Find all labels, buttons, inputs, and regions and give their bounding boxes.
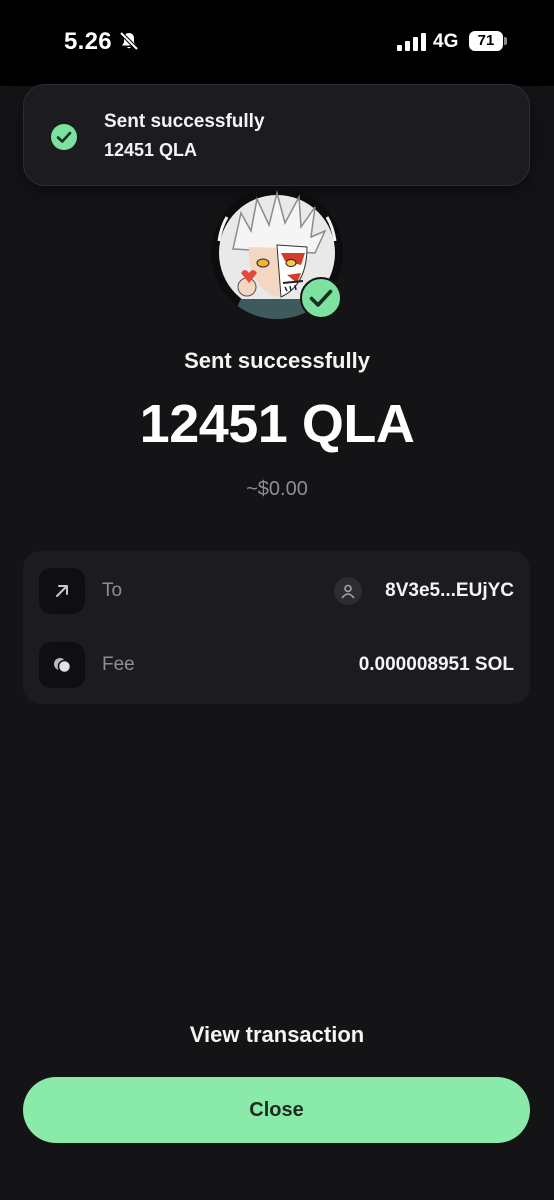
check-circle-icon: [50, 123, 78, 151]
status-headline: Sent successfully: [184, 348, 370, 373]
bell-slash-icon: [118, 30, 140, 52]
coins-icon: [39, 642, 85, 688]
recipient-address[interactable]: 8V3e5...EUjYC: [385, 580, 514, 602]
fee-label: Fee: [102, 654, 135, 675]
view-transaction-link[interactable]: View transaction: [0, 1022, 554, 1048]
arrow-up-right-icon: [39, 568, 85, 614]
user-icon: [334, 577, 362, 605]
success-toast[interactable]: Sent successfully 12451 QLA: [23, 84, 530, 186]
status-bar: 5.26 4G 71: [0, 0, 554, 86]
transaction-details-card: To 8V3e5...EUjYC Fee 0.000008951 SOL: [23, 551, 530, 704]
sent-confirmation-screen: 5.26 4G 71 Sent successfully 12451 QLA S…: [0, 0, 554, 1200]
battery-cap: [504, 37, 507, 45]
detail-row-to: To 8V3e5...EUjYC: [23, 567, 530, 615]
status-time: 5.26: [64, 28, 112, 55]
battery-level: 71: [469, 31, 503, 51]
network-type: 4G: [433, 31, 459, 52]
toast-amount: 12451 QLA: [104, 140, 198, 160]
signal-bars-icon: [397, 33, 427, 51]
success-check-icon: [300, 277, 342, 319]
sent-amount: 12451 QLA: [139, 394, 415, 454]
fee-value: 0.000008951 SOL: [358, 654, 514, 675]
to-label: To: [102, 580, 123, 601]
battery-icon: 71: [469, 31, 507, 51]
toast-title: Sent successfully: [104, 111, 265, 132]
close-button[interactable]: Close: [23, 1077, 530, 1143]
detail-row-fee: Fee 0.000008951 SOL: [23, 641, 530, 689]
fiat-value: ~$0.00: [246, 478, 308, 500]
